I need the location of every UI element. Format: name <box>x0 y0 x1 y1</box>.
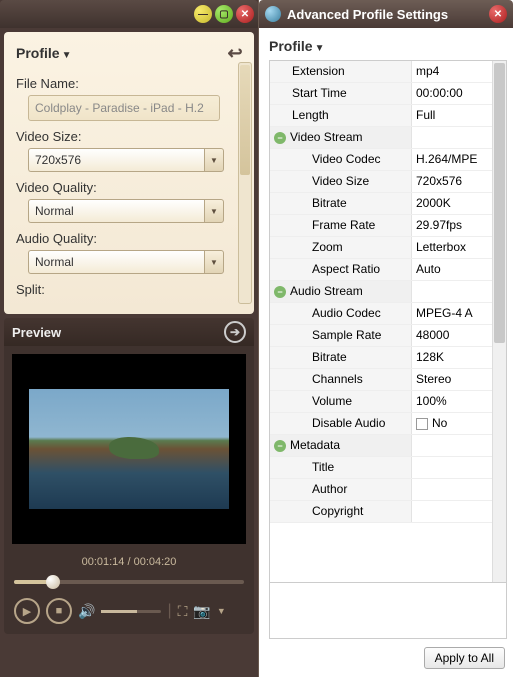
group-metadata[interactable]: −Metadata <box>270 435 412 456</box>
collapse-icon[interactable]: − <box>274 440 286 452</box>
collapse-icon[interactable]: − <box>274 286 286 298</box>
right-close-button[interactable]: ✕ <box>489 5 507 23</box>
prop-val-adisable[interactable]: No <box>412 413 492 434</box>
group-video-stream[interactable]: −Video Stream <box>270 127 412 148</box>
prop-val-vfps[interactable]: 29.97fps <box>412 215 492 236</box>
prop-key-vcodec: Video Codec <box>270 149 412 170</box>
prop-val-vsize[interactable]: 720x576 <box>412 171 492 192</box>
prop-key-abitrate: Bitrate <box>270 347 412 368</box>
back-arrow-icon[interactable]: ↩ <box>224 42 246 64</box>
prop-key-vzoom: Zoom <box>270 237 412 258</box>
prop-val-acodec[interactable]: MPEG-4 A <box>412 303 492 324</box>
separator: | <box>167 602 171 620</box>
prop-key-avol: Volume <box>270 391 412 412</box>
preview-section: Preview ➔ 00:01:14 / 00:04:20 ▶ ■ 🔊 | ⛶ … <box>4 318 254 634</box>
profile-header[interactable]: Profile▼ <box>16 45 71 61</box>
prop-val-achan[interactable]: Stereo <box>412 369 492 390</box>
maximize-button[interactable]: ▢ <box>215 5 233 23</box>
prop-val-vbitrate[interactable]: 2000K <box>412 193 492 214</box>
properties-scrollbar[interactable] <box>492 61 506 582</box>
prop-key-vaspect: Aspect Ratio <box>270 259 412 280</box>
video-size-select[interactable]: 720x576 <box>28 148 204 172</box>
profile-section: Profile▼ ↩ File Name: Video Size: 720x57… <box>4 32 254 314</box>
group-audio-stream[interactable]: −Audio Stream <box>270 281 412 302</box>
volume-icon[interactable]: 🔊 <box>78 603 95 620</box>
play-button[interactable]: ▶ <box>14 598 40 624</box>
description-textarea[interactable] <box>269 583 507 639</box>
prop-val-mcopy[interactable] <box>412 501 492 522</box>
left-titlebar: — ▢ ✕ <box>0 0 258 28</box>
prop-key-vfps: Frame Rate <box>270 215 412 236</box>
split-label: Split: <box>16 282 246 297</box>
prop-key-mcopy: Copyright <box>270 501 412 522</box>
prop-val-mtitle[interactable] <box>412 457 492 478</box>
prop-val-extension[interactable]: mp4 <box>412 61 492 82</box>
video-quality-select[interactable]: Normal <box>28 199 204 223</box>
disable-audio-checkbox[interactable] <box>416 418 428 430</box>
prop-key-vsize: Video Size <box>270 171 412 192</box>
prop-key-acodec: Audio Codec <box>270 303 412 324</box>
close-button[interactable]: ✕ <box>236 5 254 23</box>
minimize-button[interactable]: — <box>194 5 212 23</box>
preview-header: Preview <box>12 325 61 340</box>
prop-val-length[interactable]: Full <box>412 105 492 126</box>
prop-key-asample: Sample Rate <box>270 325 412 346</box>
prop-key-mtitle: Title <box>270 457 412 478</box>
prop-val-abitrate[interactable]: 128K <box>412 347 492 368</box>
profile-section-header[interactable]: Profile▼ <box>269 38 507 54</box>
right-panel: Advanced Profile Settings ✕ Profile▼ Ext… <box>258 0 513 677</box>
properties-grid: Extensionmp4 Start Time00:00:00 LengthFu… <box>269 60 507 583</box>
right-titlebar: Advanced Profile Settings ✕ <box>259 0 513 28</box>
prop-val-vzoom[interactable]: Letterbox <box>412 237 492 258</box>
video-viewport[interactable] <box>12 354 246 544</box>
apply-to-all-button[interactable]: Apply to All <box>424 647 505 669</box>
prop-key-vbitrate: Bitrate <box>270 193 412 214</box>
snapshot-dropdown-icon[interactable]: ▼ <box>217 606 226 616</box>
prop-key-length: Length <box>270 105 412 126</box>
profile-scrollbar[interactable] <box>238 62 252 304</box>
audio-quality-dropdown-icon[interactable]: ▼ <box>204 250 224 274</box>
audio-quality-label: Audio Quality: <box>16 231 246 246</box>
left-panel: — ▢ ✕ Profile▼ ↩ File Name: Video Size: … <box>0 0 258 677</box>
prop-key-extension: Extension <box>270 61 412 82</box>
time-display: 00:01:14 / 00:04:20 <box>4 552 254 572</box>
prop-key-start-time: Start Time <box>270 83 412 104</box>
right-panel-title: Advanced Profile Settings <box>287 7 483 22</box>
prop-val-mauthor[interactable] <box>412 479 492 500</box>
prop-val-start-time[interactable]: 00:00:00 <box>412 83 492 104</box>
video-thumbnail <box>29 389 229 509</box>
prop-val-vaspect[interactable]: Auto <box>412 259 492 280</box>
file-name-input[interactable] <box>28 95 220 121</box>
snapshot-icon[interactable]: 📷 <box>193 603 210 620</box>
audio-quality-select[interactable]: Normal <box>28 250 204 274</box>
preview-forward-icon[interactable]: ➔ <box>224 321 246 343</box>
prop-val-asample[interactable]: 48000 <box>412 325 492 346</box>
video-quality-dropdown-icon[interactable]: ▼ <box>204 199 224 223</box>
collapse-icon[interactable]: − <box>274 132 286 144</box>
prop-key-adisable: Disable Audio <box>270 413 412 434</box>
prop-val-avol[interactable]: 100% <box>412 391 492 412</box>
prop-key-mauthor: Author <box>270 479 412 500</box>
prop-val-vcodec[interactable]: H.264/MPE <box>412 149 492 170</box>
video-quality-label: Video Quality: <box>16 180 246 195</box>
video-size-label: Video Size: <box>16 129 246 144</box>
globe-icon <box>265 6 281 22</box>
prop-key-achan: Channels <box>270 369 412 390</box>
fullscreen-icon[interactable]: ⛶ <box>178 603 188 620</box>
seek-slider[interactable] <box>14 580 244 584</box>
seek-knob[interactable] <box>46 575 60 589</box>
volume-slider[interactable] <box>101 610 161 613</box>
video-size-dropdown-icon[interactable]: ▼ <box>204 148 224 172</box>
file-name-label: File Name: <box>16 76 246 91</box>
stop-button[interactable]: ■ <box>46 598 72 624</box>
